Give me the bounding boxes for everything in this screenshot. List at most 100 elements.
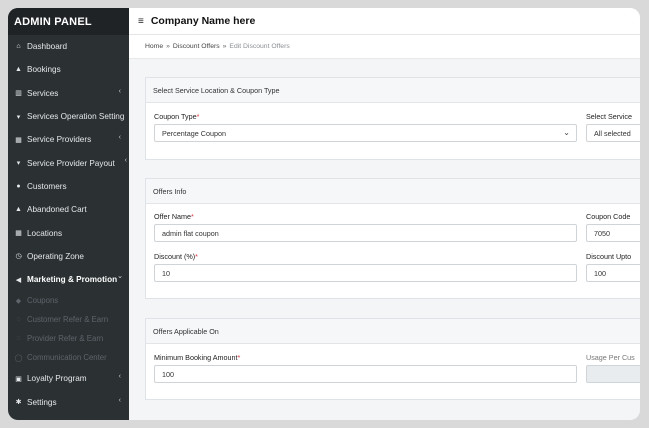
sidebar-item-label: Dashboard bbox=[27, 42, 68, 52]
sidebar-item-customers[interactable]: ● Customers bbox=[8, 175, 129, 198]
sidebar-item-services[interactable]: ▥ Services ‹ bbox=[8, 82, 129, 105]
select-service-value: All selected bbox=[594, 129, 631, 138]
discount-upto-label: Discount Upto bbox=[586, 252, 632, 261]
label-text: Offer Name bbox=[154, 212, 192, 221]
sidebar-subitem-label: Customer Refer & Earn bbox=[27, 315, 109, 325]
sidebar-item-service-provider-payout[interactable]: ▾ Service Provider Payout ‹ bbox=[8, 151, 129, 174]
sidebar-item-services-operation-setting[interactable]: ▾ Services Operation Setting bbox=[8, 105, 129, 128]
chevron-down-icon: ⌄ bbox=[563, 128, 570, 137]
table-icon: ▦ bbox=[15, 230, 22, 238]
discount-upto-value: 100 bbox=[594, 269, 606, 278]
cart-icon: ▾ bbox=[16, 113, 21, 121]
usage-per-customer-label: Usage Per Cus bbox=[586, 353, 635, 362]
label-text: Discount (%) bbox=[154, 252, 196, 261]
usage-per-customer-input[interactable] bbox=[586, 365, 640, 383]
required-mark: * bbox=[191, 212, 194, 221]
label-text: Coupon Type bbox=[154, 112, 197, 121]
sidebar-item-label: Services bbox=[27, 88, 59, 98]
offer-name-input[interactable]: admin flat coupon bbox=[154, 224, 577, 242]
card-header: Offers Info bbox=[146, 179, 640, 204]
sidebar-subitem-label: Provider Refer & Earn bbox=[27, 334, 104, 344]
sidebar-item-label: Loyalty Program bbox=[27, 374, 87, 384]
chevron-left-icon: ‹ bbox=[118, 396, 121, 404]
sidebar-item-label: Services Operation Setting bbox=[27, 112, 125, 122]
chevron-left-icon: ‹ bbox=[118, 87, 121, 95]
select-service-dropdown[interactable]: All selected bbox=[586, 124, 640, 142]
sidebar-item-marketing-promotion[interactable]: ◀ Marketing & Promotion ⌄ bbox=[8, 268, 129, 291]
min-booking-input[interactable]: 100 bbox=[154, 365, 577, 383]
coupon-code-label: Coupon Code bbox=[586, 212, 631, 221]
breadcrumb-separator: » bbox=[222, 43, 227, 50]
discount-upto-input[interactable]: 100 bbox=[586, 264, 640, 282]
sidebar: ADMIN PANEL ⌂ Dashboard ▲ Bookings ▥ Ser… bbox=[8, 8, 129, 420]
menu-toggle-icon[interactable]: ≡ bbox=[138, 16, 144, 27]
company-name: Company Name here bbox=[150, 15, 256, 27]
clock-icon: ◷ bbox=[15, 253, 22, 261]
sidebar-item-dashboard[interactable]: ⌂ Dashboard bbox=[8, 35, 129, 58]
sidebar-item-abandoned-cart[interactable]: ▲ Abandoned Cart bbox=[8, 198, 129, 221]
required-mark: * bbox=[237, 353, 241, 362]
bookings-icon: ▲ bbox=[15, 66, 22, 74]
offer-name-value: admin flat coupon bbox=[162, 229, 219, 238]
sidebar-item-locations[interactable]: ▦ Locations bbox=[8, 221, 129, 244]
thumbs-up-icon: ◌ bbox=[16, 316, 21, 324]
min-booking-label: Minimum Booking Amount* bbox=[154, 353, 240, 362]
services-icon: ▥ bbox=[15, 90, 22, 98]
card-header: Select Service Location & Coupon Type bbox=[146, 78, 640, 103]
grid-icon: ▦ bbox=[15, 136, 22, 144]
brand-title: ADMIN PANEL bbox=[8, 8, 129, 35]
coupon-code-input[interactable]: 7050 bbox=[586, 224, 640, 242]
min-booking-value: 100 bbox=[162, 370, 174, 379]
sidebar-item-label: Abandoned Cart bbox=[27, 205, 87, 215]
sidebar-item-label: Operating Zone bbox=[27, 251, 84, 261]
sidebar-subitem-label: Communication Center bbox=[27, 353, 107, 363]
breadcrumb: Home » Discount Offers » Edit Discount O… bbox=[129, 35, 640, 59]
coupon-type-label: Coupon Type* bbox=[154, 112, 199, 121]
chevron-down-icon: ⌄ bbox=[117, 272, 123, 280]
sidebar-subitem-provider-refer-earn[interactable]: ◌ Provider Refer & Earn bbox=[8, 329, 129, 348]
chevron-left-icon: ‹ bbox=[118, 134, 121, 142]
sidebar-subitem-coupons[interactable]: ◆ Coupons bbox=[8, 291, 129, 310]
sidebar-item-loyalty-program[interactable]: ▣ Loyalty Program ‹ bbox=[8, 367, 129, 390]
loyalty-icon: ▣ bbox=[15, 375, 22, 383]
sidebar-item-label: Service Providers bbox=[27, 135, 92, 145]
discount-input[interactable]: 10 bbox=[154, 264, 577, 282]
user-icon: ▲ bbox=[15, 206, 22, 214]
required-mark: * bbox=[195, 252, 198, 261]
chevron-left-icon: ‹ bbox=[118, 373, 121, 381]
card-header: Offers Applicable On bbox=[146, 319, 640, 344]
coupon-type-select[interactable]: Percentage Coupon ⌄ bbox=[154, 124, 577, 142]
offers-info-card: Offers Info Offer Name* admin flat coupo… bbox=[145, 178, 640, 299]
chat-icon: ◯ bbox=[14, 354, 23, 362]
sidebar-item-label: Bookings bbox=[27, 65, 61, 75]
sidebar-nav: ⌂ Dashboard ▲ Bookings ▥ Services ‹ ▾ Se… bbox=[8, 35, 129, 414]
cart-icon: ▾ bbox=[16, 160, 21, 168]
sidebar-subitem-customer-refer-earn[interactable]: ◌ Customer Refer & Earn bbox=[8, 310, 129, 329]
breadcrumb-home[interactable]: Home bbox=[145, 43, 163, 50]
breadcrumb-discount-offers[interactable]: Discount Offers bbox=[173, 43, 220, 50]
discount-label: Discount (%)* bbox=[154, 252, 198, 261]
sidebar-item-label: Customers bbox=[27, 181, 67, 191]
offer-name-label: Offer Name* bbox=[154, 212, 194, 221]
sidebar-item-bookings[interactable]: ▲ Bookings bbox=[8, 58, 129, 81]
users-icon: ● bbox=[16, 182, 21, 190]
label-text: Minimum Booking Amount bbox=[154, 353, 238, 362]
app-window: ADMIN PANEL ⌂ Dashboard ▲ Bookings ▥ Ser… bbox=[8, 8, 640, 420]
coupon-type-value: Percentage Coupon bbox=[162, 129, 226, 138]
coupon-code-value: 7050 bbox=[594, 229, 610, 238]
sidebar-item-service-providers[interactable]: ▦ Service Providers ‹ bbox=[8, 128, 129, 151]
select-service-label: Select Service bbox=[586, 112, 632, 121]
coupon-icon: ◆ bbox=[15, 297, 22, 305]
sidebar-item-settings[interactable]: ✱ Settings ‹ bbox=[8, 391, 129, 414]
required-mark: * bbox=[196, 112, 200, 121]
top-bar: ≡ Company Name here bbox=[129, 8, 640, 35]
sidebar-item-label: Locations bbox=[27, 228, 63, 238]
breadcrumb-current: Edit Discount Offers bbox=[229, 43, 290, 50]
dashboard-icon: ⌂ bbox=[16, 43, 21, 51]
breadcrumb-separator: » bbox=[166, 43, 170, 50]
sidebar-item-label: Service Provider Payout bbox=[27, 158, 115, 168]
sidebar-item-operating-zone[interactable]: ◷ Operating Zone bbox=[8, 245, 129, 268]
sidebar-subitem-communication-center[interactable]: ◯ Communication Center bbox=[8, 348, 129, 367]
gear-icon: ✱ bbox=[15, 399, 22, 407]
discount-value: 10 bbox=[162, 269, 170, 278]
